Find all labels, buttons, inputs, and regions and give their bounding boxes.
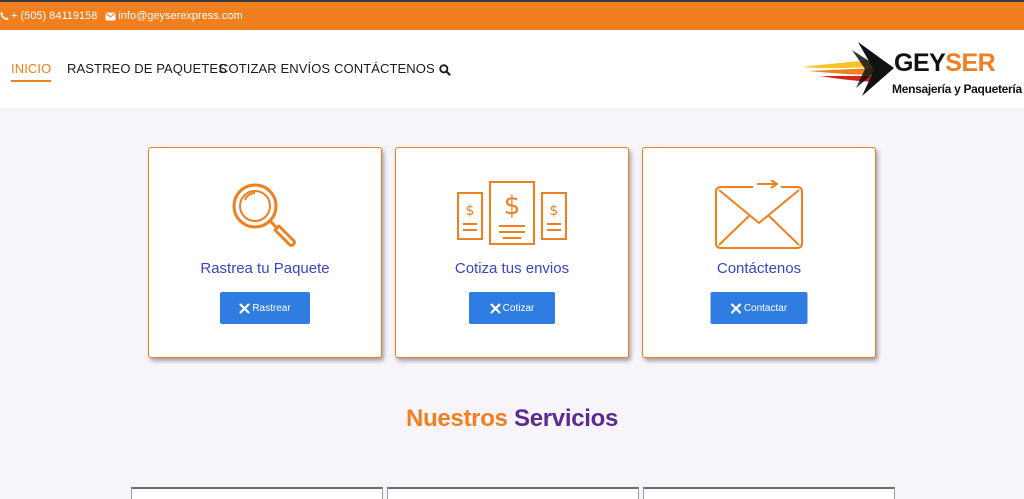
logo-tagline: Mensajería y Paquetería	[892, 82, 1022, 96]
tools-icon	[490, 302, 501, 314]
services-heading-part2: Servicios	[513, 405, 619, 432]
phone-icon	[0, 11, 9, 21]
cotizar-button[interactable]: Cotizar	[469, 292, 555, 324]
logo-brand: GEYSER	[894, 49, 996, 77]
nav-item-cotizar[interactable]: COTIZAR ENVÍOS	[219, 61, 330, 76]
svg-text:$: $	[504, 191, 521, 221]
service-card-peek	[131, 487, 383, 499]
rastrear-button[interactable]: Rastrear	[220, 292, 310, 324]
service-card-peek	[643, 487, 895, 499]
logo-brand-part2: SER	[945, 49, 996, 77]
envelope-icon	[715, 180, 803, 249]
email-contact[interactable]: info@geyserexpress.com	[105, 10, 243, 22]
tools-icon	[239, 302, 250, 314]
card-title: Rastrea tu Paquete	[200, 260, 330, 277]
invoice-icon: $ $ $	[457, 181, 567, 245]
tools-icon	[731, 302, 742, 314]
services-heading: Nuestros Servicios	[0, 405, 1024, 433]
svg-text:$: $	[466, 203, 475, 219]
contactar-button[interactable]: Contactar	[710, 292, 808, 324]
card-contactar: Contáctenos Contactar	[642, 147, 876, 358]
card-rastrear: Rastrea tu Paquete Rastrear	[148, 147, 382, 358]
button-label: Contactar	[743, 302, 788, 314]
logo-brand-part1: GEY	[894, 49, 946, 77]
email-address: info@geyserexpress.com	[118, 10, 243, 22]
svg-text:$: $	[550, 203, 559, 219]
service-card-peek	[387, 487, 639, 499]
button-label: Cotizar	[502, 302, 535, 314]
magnifier-icon	[232, 183, 296, 247]
envelope-icon	[105, 12, 116, 20]
card-cotizar: $ $ $ Cotiza tus envios Cotizar	[395, 147, 629, 358]
card-title: Contáctenos	[716, 260, 802, 277]
search-icon[interactable]	[438, 63, 452, 77]
card-title: Cotiza tus envios	[454, 260, 570, 277]
arrow-swoosh-icon	[802, 42, 894, 96]
phone-number: + (505) 84119158	[11, 10, 98, 22]
phone-contact[interactable]: + (505) 84119158	[0, 10, 97, 22]
nav-item-contactenos[interactable]: CONTÁCTENOS	[334, 61, 435, 76]
nav-item-rastreo[interactable]: RASTREO DE PAQUETES	[67, 61, 227, 76]
button-label: Rastrear	[252, 302, 291, 314]
geyser-logo[interactable]: GEYSER Mensajería y Paquetería	[802, 40, 1024, 98]
top-contact-bar: + (505) 84119158 info@geyserexpress.com	[0, 0, 1024, 30]
nav-item-inicio[interactable]: INICIO	[11, 61, 52, 82]
services-heading-part1: Nuestros	[405, 405, 508, 432]
